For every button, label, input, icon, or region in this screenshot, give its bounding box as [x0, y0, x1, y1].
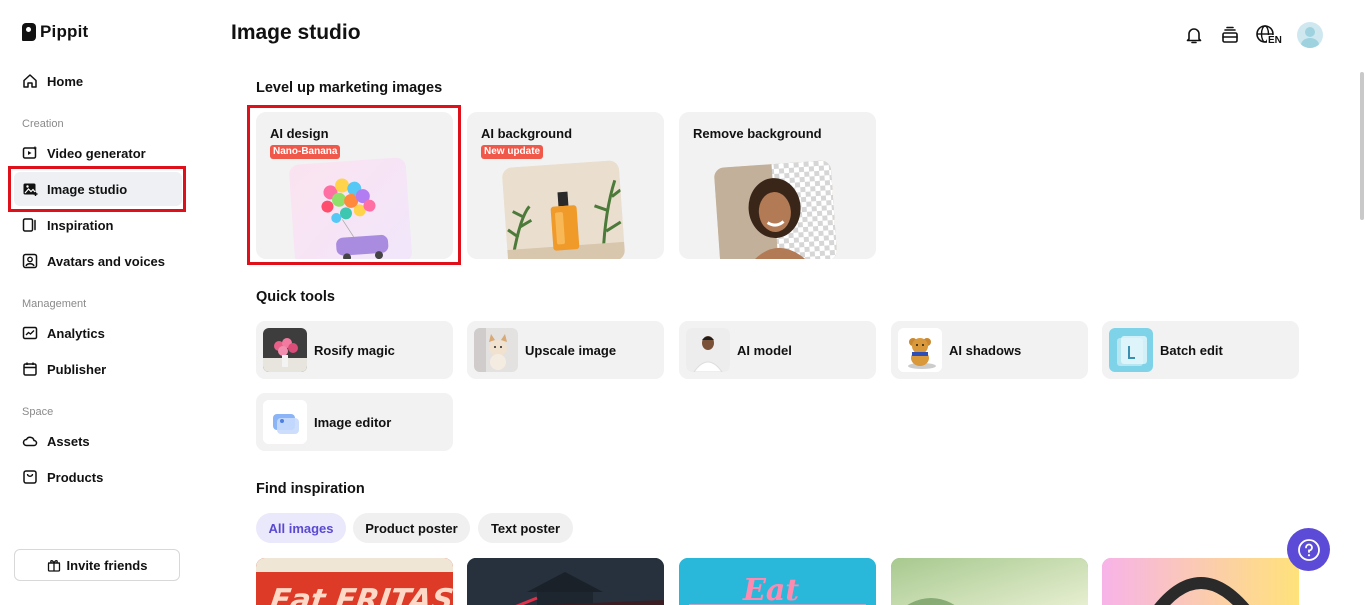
ai-background-preview-image	[501, 160, 626, 259]
tool-rosify-magic[interactable]: Rosify magic	[256, 321, 453, 379]
globe-icon[interactable]: EN	[1255, 24, 1283, 46]
ai-shadows-thumbnail	[898, 328, 942, 372]
tool-label: AI model	[737, 342, 792, 358]
page-title: Image studio	[231, 21, 361, 44]
tool-label: Batch edit	[1160, 342, 1223, 358]
sidebar-item-home[interactable]: Home	[22, 71, 83, 91]
inspiration-tile[interactable]: Eat	[679, 558, 876, 605]
batch-edit-thumbnail	[1109, 328, 1153, 372]
tool-upscale-image[interactable]: Upscale image	[467, 321, 664, 379]
sidebar-item-label: Home	[47, 73, 84, 89]
sidebar-item-label: Analytics	[47, 325, 105, 341]
inspiration-tile[interactable]	[467, 558, 664, 605]
filter-text-poster[interactable]: Text poster	[478, 513, 573, 543]
tool-image-editor[interactable]: Image editor	[256, 393, 453, 451]
section-heading-inspiration: Find inspiration	[256, 481, 365, 497]
svg-text:Eat: Eat	[742, 573, 799, 605]
analytics-icon	[22, 325, 38, 341]
app-logo[interactable]: Pippit	[22, 22, 88, 42]
inspiration-icon	[22, 217, 38, 233]
card-title: Remove background	[693, 126, 822, 141]
filter-all-images[interactable]: All images	[256, 513, 346, 543]
credits-icon[interactable]	[1219, 24, 1241, 46]
sidebar-item-products[interactable]: Products	[22, 467, 103, 487]
highlight-box-image-studio	[8, 166, 186, 212]
sidebar-item-avatars-and-voices[interactable]: Avatars and voices	[22, 251, 165, 271]
inspiration-tile[interactable]	[891, 558, 1088, 605]
help-button[interactable]	[1287, 528, 1330, 571]
sidebar-item-label: Inspiration	[47, 217, 114, 233]
home-icon	[22, 73, 38, 89]
filter-product-poster[interactable]: Product poster	[353, 513, 470, 543]
sidebar: Pippit Home Creation Video generator Ima…	[0, 0, 200, 605]
section-label-space: Space	[22, 406, 54, 418]
products-icon	[22, 469, 38, 485]
sidebar-item-label: Publisher	[47, 361, 107, 377]
section-heading-quick-tools: Quick tools	[256, 289, 335, 305]
user-avatar[interactable]	[1297, 22, 1323, 48]
tool-label: Image editor	[314, 414, 392, 430]
bell-icon[interactable]	[1183, 24, 1205, 46]
video-generator-icon	[22, 145, 38, 161]
svg-text:Eat FRITAS!: Eat FRITAS!	[268, 583, 453, 605]
tool-label: AI shadows	[949, 342, 1022, 358]
gift-icon	[47, 558, 61, 572]
header-actions: EN	[1183, 22, 1323, 48]
sidebar-item-label: Video generator	[47, 145, 146, 161]
pippit-logo-icon	[22, 23, 36, 41]
sidebar-item-label: Assets	[47, 433, 90, 449]
invite-friends-button[interactable]: Invite friends	[14, 549, 180, 581]
card-ai-background[interactable]: AI background New update	[467, 112, 664, 259]
tool-label: Upscale image	[525, 342, 617, 358]
tool-label: Rosify magic	[314, 342, 395, 358]
sidebar-item-label: Products	[47, 469, 104, 485]
scrollbar[interactable]	[1360, 72, 1364, 220]
logo-text: Pippit	[40, 22, 89, 41]
cloud-icon	[22, 433, 38, 449]
remove-background-preview-image	[713, 160, 838, 259]
sidebar-item-inspiration[interactable]: Inspiration	[22, 215, 113, 235]
section-heading-marketing: Level up marketing images	[256, 80, 443, 96]
sidebar-item-label: Avatars and voices	[47, 253, 166, 269]
avatar-icon	[22, 253, 38, 269]
ai-model-thumbnail	[686, 328, 730, 372]
rosify-thumbnail	[263, 328, 307, 372]
sidebar-item-video-generator[interactable]: Video generator	[22, 143, 146, 163]
image-editor-thumbnail	[263, 400, 307, 444]
tool-batch-edit[interactable]: Batch edit	[1102, 321, 1299, 379]
tool-ai-shadows[interactable]: AI shadows	[891, 321, 1088, 379]
language-code: EN	[1267, 35, 1283, 46]
sidebar-item-assets[interactable]: Assets	[22, 431, 90, 451]
card-remove-background[interactable]: Remove background	[679, 112, 876, 259]
tool-ai-model[interactable]: AI model	[679, 321, 876, 379]
inspiration-tile[interactable]	[1102, 558, 1299, 605]
section-label-creation: Creation	[22, 118, 64, 130]
question-icon	[1297, 538, 1321, 562]
highlight-box-ai-design	[247, 105, 461, 265]
section-label-management: Management	[22, 298, 87, 310]
sidebar-item-publisher[interactable]: Publisher	[22, 359, 106, 379]
sidebar-item-analytics[interactable]: Analytics	[22, 323, 105, 343]
inspiration-tile[interactable]: Eat FRITAS!	[256, 558, 453, 605]
card-badge: New update	[481, 145, 544, 159]
card-title: AI background	[481, 126, 573, 141]
upscale-thumbnail	[474, 328, 518, 372]
calendar-icon	[22, 361, 38, 377]
invite-friends-label: Invite friends	[66, 557, 148, 573]
